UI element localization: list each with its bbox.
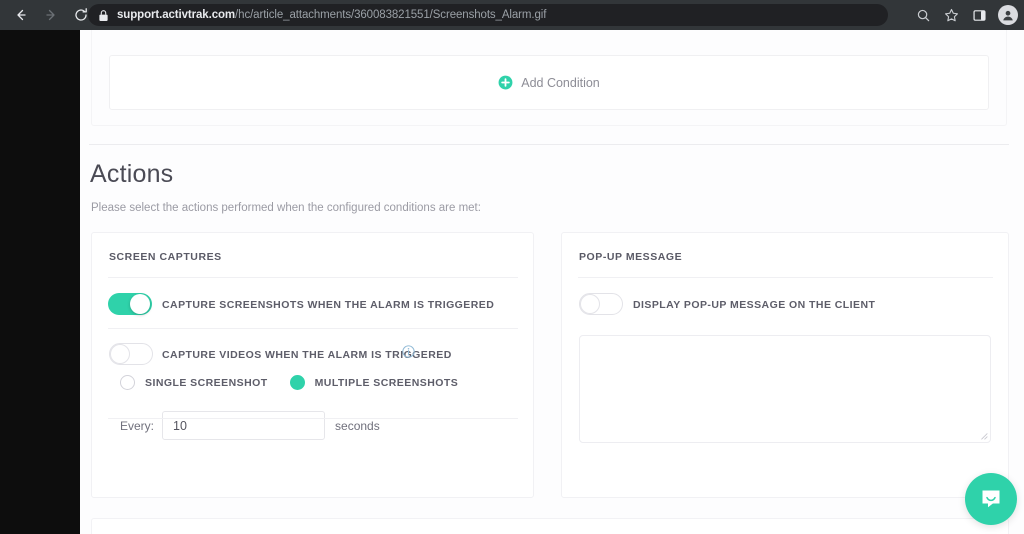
panel-divider	[108, 418, 518, 419]
arrow-right-icon	[46, 9, 55, 21]
radio-circle-icon	[289, 375, 305, 390]
interval-units-label: seconds	[335, 418, 380, 433]
star-icon	[944, 8, 958, 21]
url-text: support.activtrak.com/hc/article_attachm…	[117, 9, 546, 21]
browser-actions	[910, 0, 1018, 30]
display-popup-label: DISPLAY POP-UP MESSAGE ON THE CLIENT	[633, 299, 876, 311]
section-divider	[89, 144, 1009, 145]
screen-captures-panel: SCREEN CAPTURES CAPTURE SCREENSHOTS WHEN…	[91, 232, 534, 498]
url-path: /hc/article_attachments/360083821551/Scr…	[235, 9, 547, 21]
profile-avatar[interactable]	[998, 5, 1018, 25]
bookmark-button[interactable]	[938, 2, 964, 28]
interval-input[interactable]: 10	[162, 411, 326, 440]
toggle-knob	[130, 294, 150, 314]
browser-toolbar: support.activtrak.com/hc/article_attachm…	[0, 0, 1024, 30]
radio-single-screenshot[interactable]: SINGLE SCREENSHOT	[120, 375, 268, 390]
panel-divider	[108, 277, 518, 278]
capture-videos-toggle[interactable]	[109, 343, 153, 365]
display-popup-toggle[interactable]	[579, 293, 623, 315]
side-panel-icon	[972, 9, 986, 21]
radio-multiple-screenshots[interactable]: MULTIPLE SCREENSHOTS	[289, 375, 459, 390]
panel-divider	[108, 328, 518, 329]
screenshot-interval-row: Every: 10 seconds	[120, 411, 380, 440]
page-content: Add Condition Actions Please select the …	[80, 30, 1024, 534]
popup-message-textarea[interactable]	[579, 335, 991, 443]
panel-divider	[578, 277, 993, 278]
url-host: support.activtrak.com	[117, 9, 236, 21]
screen-captures-heading: SCREEN CAPTURES	[109, 251, 222, 263]
add-condition-card: Add Condition	[109, 55, 989, 110]
reload-icon	[75, 8, 87, 21]
info-circle-icon[interactable]	[402, 345, 415, 358]
plus-circle-icon	[498, 75, 513, 90]
capture-screenshots-toggle[interactable]	[108, 293, 152, 315]
radio-multiple-label: MULTIPLE SCREENSHOTS	[314, 376, 459, 389]
search-button[interactable]	[910, 2, 936, 28]
popup-message-panel: POP-UP MESSAGE DISPLAY POP-UP MESSAGE ON…	[561, 232, 1009, 498]
capture-screenshots-label: CAPTURE SCREENSHOTS WHEN THE ALARM IS TR…	[162, 299, 495, 311]
forward-button[interactable]	[38, 2, 64, 28]
radio-single-label: SINGLE SCREENSHOT	[145, 376, 268, 389]
add-condition-button[interactable]: Add Condition	[498, 75, 600, 90]
interval-value: 10	[173, 418, 187, 433]
profile-avatar-icon	[1003, 10, 1013, 21]
chat-bubble-icon	[982, 490, 1000, 508]
side-panel-button[interactable]	[966, 2, 992, 28]
interval-label: Every:	[120, 418, 155, 433]
arrow-left-icon	[17, 9, 26, 21]
resize-handle-icon[interactable]	[979, 431, 988, 440]
search-icon	[917, 9, 929, 21]
chat-launcher-button[interactable]	[965, 473, 1017, 525]
add-condition-label: Add Condition	[521, 75, 600, 90]
screenshot-mode-radio-group: SINGLE SCREENSHOT MULTIPLE SCREENSHOTS	[120, 375, 458, 390]
address-bar[interactable]: support.activtrak.com/hc/article_attachm…	[88, 4, 888, 26]
popup-message-heading: POP-UP MESSAGE	[579, 251, 683, 263]
back-button[interactable]	[8, 2, 34, 28]
page-title: Actions	[90, 160, 174, 188]
actions-subtitle: Please select the actions performed when…	[91, 202, 481, 214]
radio-circle-icon	[120, 375, 135, 390]
next-section-panel	[91, 518, 1009, 534]
toggle-knob	[110, 344, 130, 364]
toggle-knob	[580, 294, 600, 314]
lock-icon	[99, 9, 108, 21]
